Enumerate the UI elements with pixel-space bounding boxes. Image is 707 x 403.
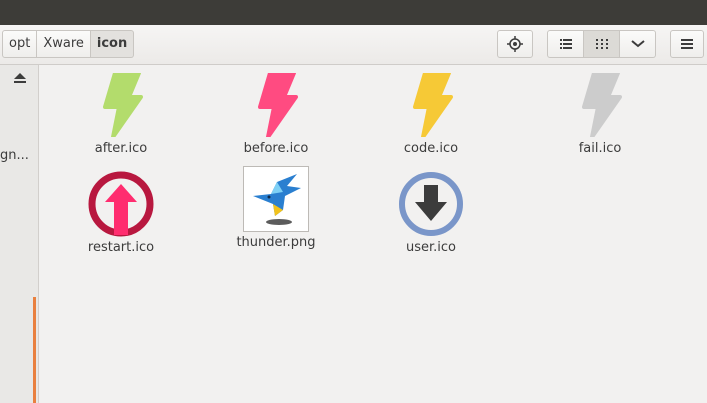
lightning-bolt-icon: [243, 72, 309, 138]
file-name: restart.ico: [87, 240, 155, 255]
file-item[interactable]: fail.ico: [535, 72, 665, 156]
eject-icon[interactable]: [14, 73, 26, 84]
list-icon: [559, 39, 572, 49]
file-item[interactable]: after.ico: [56, 72, 186, 156]
file-item[interactable]: restart.ico: [56, 171, 186, 255]
crosshair-icon: [507, 36, 523, 52]
sidebar: gn...: [0, 65, 39, 403]
file-name: after.ico: [94, 141, 148, 156]
list-view-button[interactable]: [547, 30, 584, 58]
file-name: fail.ico: [578, 141, 622, 156]
title-bar: [0, 0, 707, 25]
file-name: thunder.png: [236, 235, 316, 250]
breadcrumb-xware[interactable]: Xware: [37, 30, 91, 58]
location-button[interactable]: [497, 30, 533, 58]
up-arrow-circle-icon: [88, 171, 154, 237]
file-name: code.ico: [403, 141, 459, 156]
file-grid: after.ico before.ico code.ico fail.ico r…: [39, 65, 707, 403]
grid-view-button[interactable]: [584, 30, 620, 58]
breadcrumb-opt[interactable]: opt: [2, 30, 38, 58]
hamburger-icon: [681, 39, 693, 49]
file-item[interactable]: code.ico: [366, 72, 496, 156]
hummingbird-thumbnail: [243, 166, 309, 232]
file-item[interactable]: user.ico: [366, 171, 496, 255]
lightning-bolt-icon: [398, 72, 464, 138]
file-name: before.ico: [243, 141, 309, 156]
file-item[interactable]: before.ico: [211, 72, 341, 156]
down-arrow-circle-icon: [398, 171, 464, 237]
breadcrumb: opt Xware icon: [2, 30, 135, 58]
lightning-bolt-icon: [88, 72, 154, 138]
chevron-down-icon: [630, 40, 645, 48]
breadcrumb-icon[interactable]: icon: [90, 30, 135, 58]
file-name: user.ico: [405, 240, 456, 255]
sidebar-scroll-indicator: [33, 297, 36, 403]
lightning-bolt-icon: [567, 72, 633, 138]
sidebar-item-label[interactable]: gn...: [0, 148, 29, 163]
view-options-button[interactable]: [620, 30, 656, 58]
view-switcher: [547, 30, 656, 58]
menu-button[interactable]: [670, 30, 704, 58]
file-item[interactable]: thunder.png: [211, 166, 341, 250]
grid-icon: [595, 39, 608, 49]
toolbar: opt Xware icon: [0, 25, 707, 65]
